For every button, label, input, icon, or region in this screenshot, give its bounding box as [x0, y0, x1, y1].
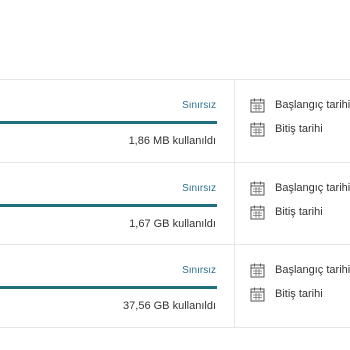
end-date-field[interactable]: Bitiş tarihi	[250, 121, 323, 137]
calendar-icon	[250, 98, 265, 112]
usage-panel: Sınırsız 1,86 MB kullanıldı Başlangıç ta…	[0, 0, 350, 350]
usage-progress-fill	[0, 286, 217, 289]
limit-label: Sınırsız	[182, 183, 216, 194]
calendar-icon	[250, 181, 265, 195]
usage-progress-bar	[0, 286, 217, 289]
limit-label: Sınırsız	[182, 265, 216, 276]
calendar-icon	[250, 287, 265, 301]
calendar-icon	[250, 205, 265, 219]
column-divider	[234, 80, 235, 327]
usage-progress-fill	[0, 204, 217, 207]
usage-amount: 37,56 GB kullanıldı	[123, 300, 216, 312]
limit-label: Sınırsız	[182, 100, 216, 111]
start-date-label: Başlangıç tarihi	[275, 99, 350, 111]
calendar-icon	[250, 122, 265, 136]
calendar-icon	[250, 263, 265, 277]
start-date-field[interactable]: Başlangıç tarihi	[250, 180, 350, 196]
usage-progress-bar	[0, 121, 217, 124]
start-date-label: Başlangıç tarihi	[275, 264, 350, 276]
usage-amount: 1,67 GB kullanıldı	[129, 218, 216, 230]
divider	[0, 327, 350, 328]
start-date-label: Başlangıç tarihi	[275, 182, 350, 194]
end-date-field[interactable]: Bitiş tarihi	[250, 204, 323, 220]
end-date-label: Bitiş tarihi	[275, 123, 323, 135]
start-date-field[interactable]: Başlangıç tarihi	[250, 97, 350, 113]
usage-row: Sınırsız 1,67 GB kullanıldı Başlangıç ta…	[0, 163, 350, 245]
end-date-label: Bitiş tarihi	[275, 288, 323, 300]
end-date-label: Bitiş tarihi	[275, 206, 323, 218]
usage-row: Sınırsız 37,56 GB kullanıldı Başlangıç t…	[0, 245, 350, 327]
panel-header-area	[0, 0, 350, 79]
end-date-field[interactable]: Bitiş tarihi	[250, 286, 323, 302]
usage-amount: 1,86 MB kullanıldı	[128, 135, 216, 147]
usage-progress-fill	[0, 121, 217, 124]
usage-progress-bar	[0, 204, 217, 207]
usage-row: Sınırsız 1,86 MB kullanıldı Başlangıç ta…	[0, 80, 350, 162]
start-date-field[interactable]: Başlangıç tarihi	[250, 262, 350, 278]
